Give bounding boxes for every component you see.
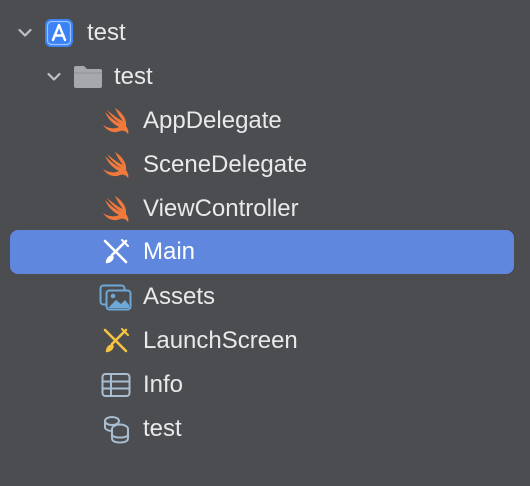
data-model-icon	[101, 414, 131, 444]
tree-row-file[interactable]: LaunchScreen	[10, 319, 514, 363]
tree-row-file[interactable]: SceneDelegate	[10, 143, 514, 187]
storyboard-icon	[101, 326, 131, 356]
project-navigator: test test AppDelegate SceneDelegate View…	[0, 0, 530, 486]
chevron-down-icon[interactable]	[18, 26, 32, 40]
swift-file-icon	[101, 150, 131, 180]
tree-row-project[interactable]: test	[10, 11, 514, 55]
group-label: test	[114, 63, 153, 90]
file-label: Info	[143, 371, 184, 398]
tree-row-file[interactable]: Info	[10, 363, 514, 407]
file-label: test	[143, 415, 182, 442]
file-label: LaunchScreen	[143, 327, 298, 354]
project-label: test	[87, 19, 126, 46]
chevron-down-icon[interactable]	[47, 70, 61, 84]
tree-row-file[interactable]: test	[10, 407, 514, 451]
swift-file-icon	[101, 106, 131, 136]
tree-row-file[interactable]: Assets	[10, 275, 514, 319]
storyboard-icon	[101, 237, 131, 267]
file-label: Main	[143, 238, 196, 265]
tree-row-file[interactable]: AppDelegate	[10, 99, 514, 143]
tree-row-file[interactable]: ViewController	[10, 187, 514, 231]
file-label: SceneDelegate	[143, 151, 308, 178]
asset-catalog-icon	[99, 282, 133, 312]
tree-row-file-selected[interactable]: Main	[10, 230, 514, 274]
file-label: ViewController	[143, 195, 299, 222]
folder-icon	[73, 62, 103, 92]
plist-icon	[101, 370, 131, 400]
swift-file-icon	[101, 194, 131, 224]
xcode-project-icon	[44, 18, 74, 48]
tree-row-group[interactable]: test	[10, 55, 514, 99]
file-label: Assets	[143, 283, 216, 310]
file-label: AppDelegate	[143, 107, 282, 134]
